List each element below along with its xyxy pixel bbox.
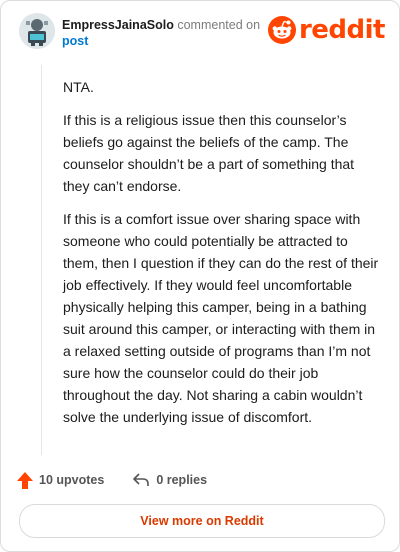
comment-paragraph-2: If this is a religious issue then this c… [63, 112, 355, 194]
reddit-wordmark: reddit [298, 15, 386, 45]
comment-actions: 10 upvotes 0 replies [17, 471, 235, 489]
post-link[interactable]: post [62, 34, 88, 48]
comment-header: EmpressJainaSolo commented on post reddi… [19, 13, 386, 53]
reddit-logo[interactable]: reddit [267, 15, 386, 45]
user-avatar[interactable] [19, 13, 55, 49]
upvote-arrow-icon [17, 471, 33, 489]
reply-arrow-icon [133, 473, 150, 486]
replies-button[interactable]: 0 replies [132, 472, 207, 488]
commented-on-label: commented on [177, 18, 261, 32]
embedded-comment-card: EmpressJainaSolo commented on post reddi… [0, 0, 400, 552]
comment-paragraph-3: If this is a comfort issue over sharing … [63, 211, 379, 425]
upvote-button[interactable]: 10 upvotes [17, 471, 105, 489]
thread-line [41, 65, 43, 455]
author-username[interactable]: EmpressJainaSolo [62, 18, 174, 32]
comment-paragraph-1: NTA. [63, 79, 94, 95]
comment-body: NTA. If this is a religious issue then t… [63, 76, 379, 439]
view-more-button[interactable]: View more on Reddit [19, 504, 385, 538]
reply-count: 0 replies [156, 473, 208, 487]
avatar-image [19, 13, 55, 49]
reddit-snoo-icon [267, 16, 296, 44]
comment-meta: EmpressJainaSolo commented on post [62, 17, 260, 49]
upvote-count: 10 upvotes [39, 473, 105, 487]
